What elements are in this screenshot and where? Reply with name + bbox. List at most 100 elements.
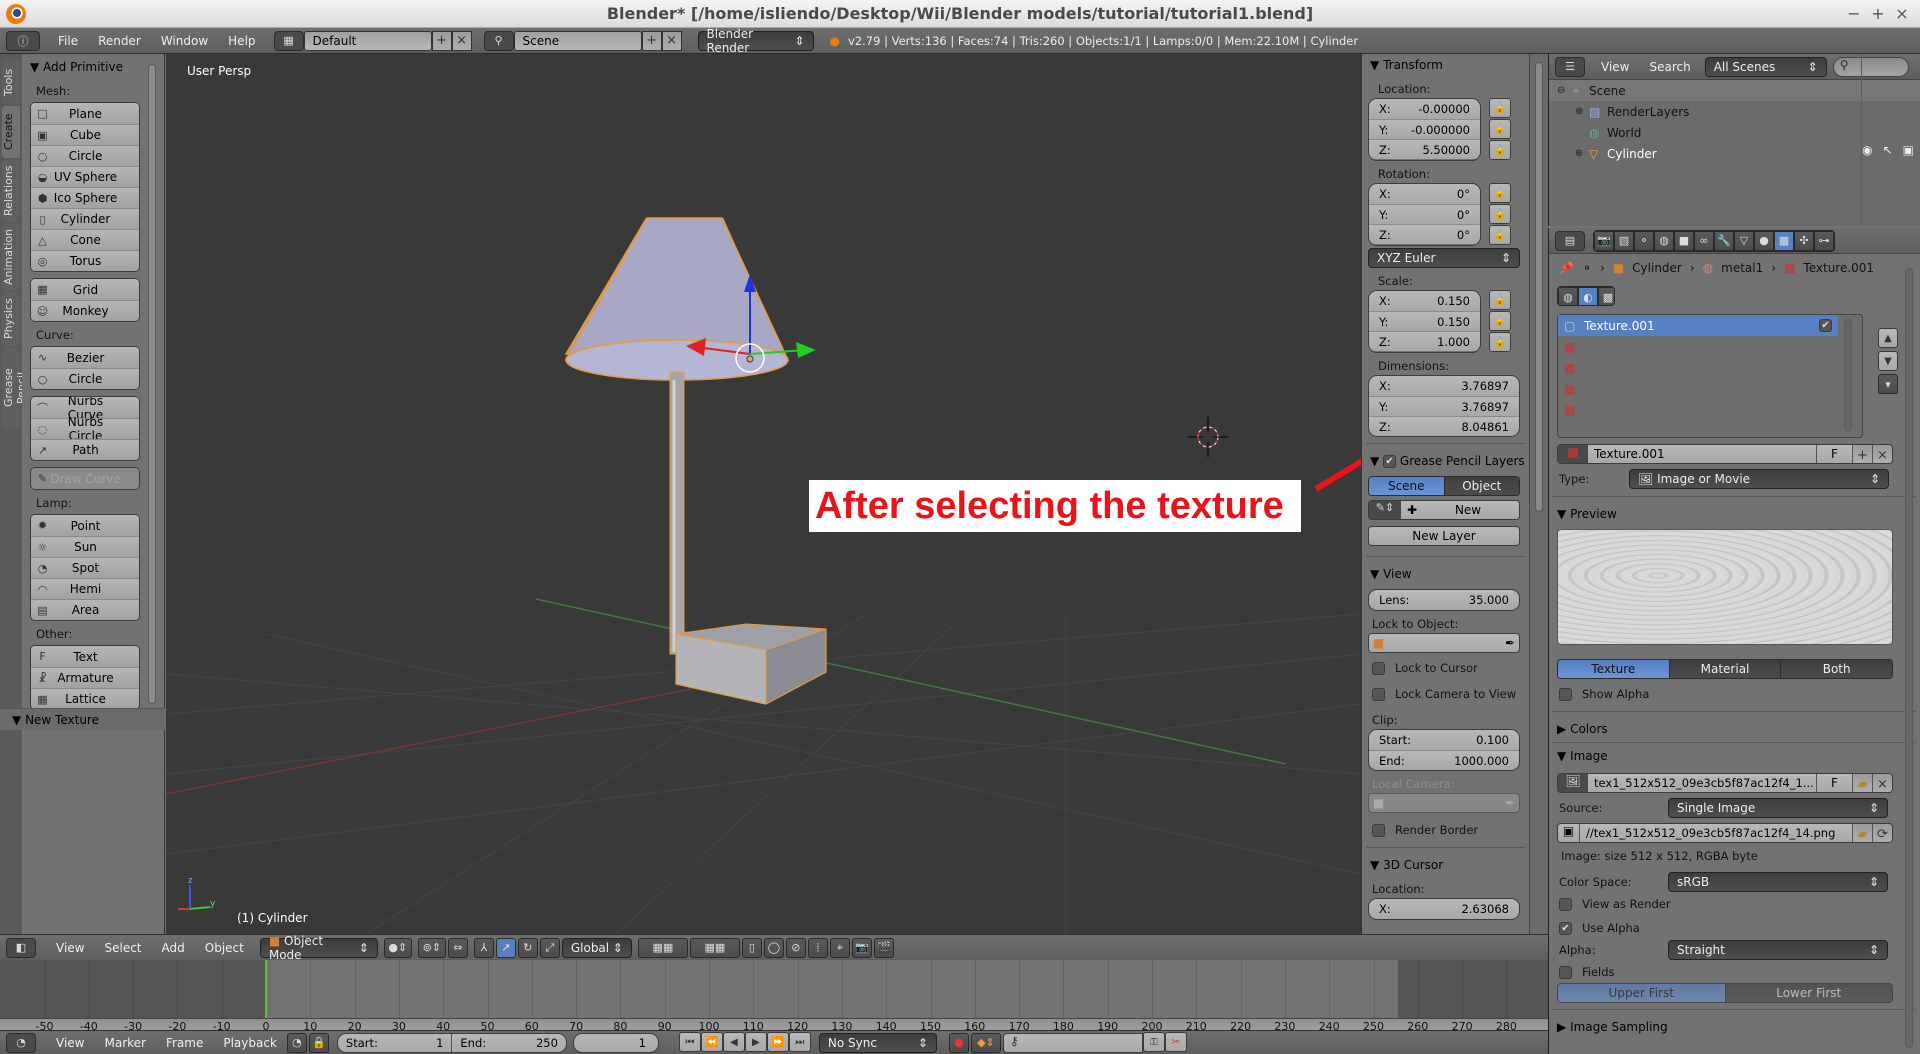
viewport-shading-button[interactable]: ●⇕ — [383, 937, 412, 958]
tab-render-layers-icon[interactable]: ▧ — [1614, 230, 1634, 251]
outliner-menu-search[interactable]: Search — [1639, 60, 1700, 74]
rotation-z-field[interactable]: Z: 0° — [1369, 224, 1480, 244]
use-alpha-checkbox[interactable]: ✔ — [1559, 921, 1572, 935]
tab-constraints-icon[interactable]: ∞ — [1694, 230, 1714, 251]
pencil-icon[interactable]: ✎⇕ — [1369, 501, 1401, 519]
clip-start-field[interactable]: Start: 0.100 — [1369, 730, 1519, 750]
opengl-animation-icon[interactable]: 🎬 — [873, 937, 894, 958]
add-armature-button[interactable]: ☧ Armature — [31, 667, 139, 688]
tab-texture-icon[interactable]: ▩ — [1774, 230, 1794, 251]
new-texture-button[interactable]: + — [1852, 445, 1872, 463]
view-panel-header[interactable]: ▼ View — [1362, 563, 1529, 585]
current-frame-field[interactable]: 1 — [572, 1032, 659, 1053]
snap-target-icon[interactable]: ⌖ — [829, 937, 850, 958]
grease-new-button[interactable]: ✚ New — [1401, 501, 1519, 519]
outliner-item[interactable]: ⊕ ▧ RenderLayers — [1549, 101, 1920, 122]
show-alpha-checkbox[interactable] — [1559, 687, 1572, 701]
tab-particles-icon[interactable]: ✣ — [1794, 230, 1814, 251]
scale-x-field[interactable]: X: 0.150 — [1369, 291, 1480, 311]
image-name-field[interactable]: tex1_512x512_09e3cb5f87ac12f4_1... — [1588, 774, 1816, 792]
alpha-mode-select[interactable]: Straight ⇕ — [1668, 940, 1888, 960]
tool-shelf-scrollbar[interactable] — [148, 64, 156, 704]
texture-slot[interactable]: ▩ — [1558, 336, 1838, 357]
add-spot-button[interactable]: ◔ Spot — [31, 557, 139, 578]
insert-keyframe-button[interactable]: ⚿ — [1142, 1032, 1165, 1052]
tab-upper-first[interactable]: Upper First — [1558, 984, 1725, 1002]
add-circle-button[interactable]: ○ Circle — [31, 368, 139, 389]
location-y-field[interactable]: Y: -0.000000 — [1369, 119, 1480, 139]
add-path-button[interactable]: ↗ Path — [31, 439, 139, 460]
keying-type-button[interactable]: ◆⇕ — [970, 1032, 1001, 1053]
3d-viewport[interactable]: User Persp z y After selecting the textu… — [166, 54, 1361, 934]
lock-to-cursor-checkbox[interactable] — [1372, 661, 1385, 675]
3d-cursor-panel-header[interactable]: ▼ 3D Cursor — [1362, 854, 1529, 876]
maximize-button[interactable]: + — [1868, 4, 1888, 23]
tab-relations[interactable]: Relations — [2, 160, 20, 222]
sidebar-scroll-thumb[interactable] — [1535, 62, 1543, 512]
move-slot-down-button[interactable]: ▼ — [1878, 351, 1898, 371]
texture-slot[interactable]: ▢ Texture.001 ✔ — [1558, 315, 1838, 336]
tab-physics[interactable]: Physics — [2, 292, 20, 346]
open-image-button[interactable]: ▰ — [1852, 774, 1872, 792]
tab-world-icon[interactable]: ◍ — [1654, 230, 1674, 251]
scene-browse-button[interactable]: ⚲ — [483, 30, 514, 51]
scene-layers-row1[interactable]: ▦▦ — [637, 937, 688, 958]
layout-browse-button[interactable]: ▦ — [273, 30, 304, 51]
snap-toggle-icon[interactable]: ⊘ — [785, 937, 806, 958]
lock-camera-row[interactable]: Lock Camera to View — [1362, 683, 1529, 705]
add-monkey-button[interactable]: ☺ Monkey — [31, 300, 139, 321]
tab-grease-pencil[interactable]: Grease Pencil — [2, 348, 28, 428]
scale-y-field[interactable]: Y: 0.150 — [1369, 311, 1480, 331]
eye-icon[interactable]: ◉ — [1862, 143, 1872, 157]
expand-icon[interactable]: ⊕ — [1575, 148, 1589, 159]
lock-rotation-y-button[interactable]: 🔓 — [1489, 204, 1511, 224]
layout-name-field[interactable]: Default — [303, 30, 432, 51]
jump-start-button[interactable]: ⏮ — [678, 1032, 701, 1052]
world-texture-tab-icon[interactable]: ◍ — [1558, 287, 1578, 305]
collapse-icon[interactable]: ⊖ — [1557, 85, 1571, 96]
expand-icon[interactable]: ⊕ — [1575, 106, 1589, 117]
add-nurbs-circle-button[interactable]: ◌ Nurbs Circle — [31, 415, 139, 443]
rotation-x-field[interactable]: X: 0° — [1369, 184, 1480, 204]
add-hemi-button[interactable]: ◠ Hemi — [31, 578, 139, 599]
cursor-select-icon[interactable]: ↖ — [1883, 143, 1893, 157]
texture-slot-enabled-checkbox[interactable]: ✔ — [1819, 319, 1832, 332]
texture-slot[interactable]: ▩ — [1558, 357, 1838, 378]
tab-preview-both[interactable]: Both — [1780, 660, 1892, 678]
menu-file[interactable]: File — [48, 34, 88, 48]
delete-scene-button[interactable]: × — [661, 30, 682, 51]
editor-type-outliner-button[interactable]: ☰ — [1555, 56, 1585, 77]
pivot-point-button[interactable]: ⊚⇕ — [417, 937, 446, 958]
editor-type-3dview-button[interactable]: ◧ — [6, 937, 36, 958]
tab-grease-object[interactable]: Object — [1443, 477, 1519, 495]
tab-material-icon[interactable]: ● — [1754, 230, 1774, 251]
location-x-field[interactable]: X: -0.00000 — [1369, 99, 1480, 119]
add-layout-button[interactable]: + — [431, 30, 452, 51]
render-engine-select[interactable]: Blender Render ⇕ — [697, 27, 814, 55]
add-ico-sphere-button[interactable]: ⬢ Ico Sphere — [31, 187, 139, 208]
transform-panel-header[interactable]: ▼ Transform — [1362, 54, 1529, 76]
image-browse-button[interactable]: 🖼 — [1558, 774, 1588, 792]
add-plane-button[interactable]: □ Plane — [31, 103, 139, 124]
tab-preview-texture[interactable]: Texture — [1558, 660, 1669, 678]
render-border-row[interactable]: Render Border — [1362, 819, 1529, 841]
jump-keyframe-back-button[interactable]: ⏪ — [700, 1032, 723, 1052]
editor-type-info-button[interactable]: ⓘ — [6, 30, 40, 51]
texture-type-select[interactable]: 🖼 Image or Movie ⇕ — [1629, 469, 1889, 489]
add-point-button[interactable]: ✹ Point — [31, 515, 139, 536]
tab-scene-icon[interactable]: ⚬ — [1634, 230, 1654, 251]
add-cylinder-button[interactable]: ▯ Cylinder — [31, 208, 139, 229]
add-sun-button[interactable]: ☼ Sun — [31, 536, 139, 557]
show-alpha-row[interactable]: Show Alpha — [1549, 683, 1920, 705]
tab-tools[interactable]: Tools — [2, 60, 20, 104]
scale-manipulator-button[interactable]: ⤢ — [539, 937, 560, 958]
clip-end-field[interactable]: End: 1000.000 — [1369, 750, 1519, 770]
v3d-menu-select[interactable]: Select — [94, 941, 151, 955]
lock-location-z-button[interactable]: 🔓 — [1489, 140, 1511, 160]
slot-list-scrollbar[interactable] — [1844, 319, 1852, 431]
outliner-search-input[interactable]: ⚲ — [1832, 56, 1909, 77]
play-reverse-button[interactable]: ◀ — [722, 1032, 745, 1052]
timeline-editor[interactable]: -50 -40 -30 -20 -10 0 10 20 30 40 50 60 70 80 90 100 110… — [0, 960, 1548, 1036]
tab-animation[interactable]: Animation — [2, 224, 20, 290]
end-frame-field[interactable]: End: 250 — [451, 1033, 566, 1052]
